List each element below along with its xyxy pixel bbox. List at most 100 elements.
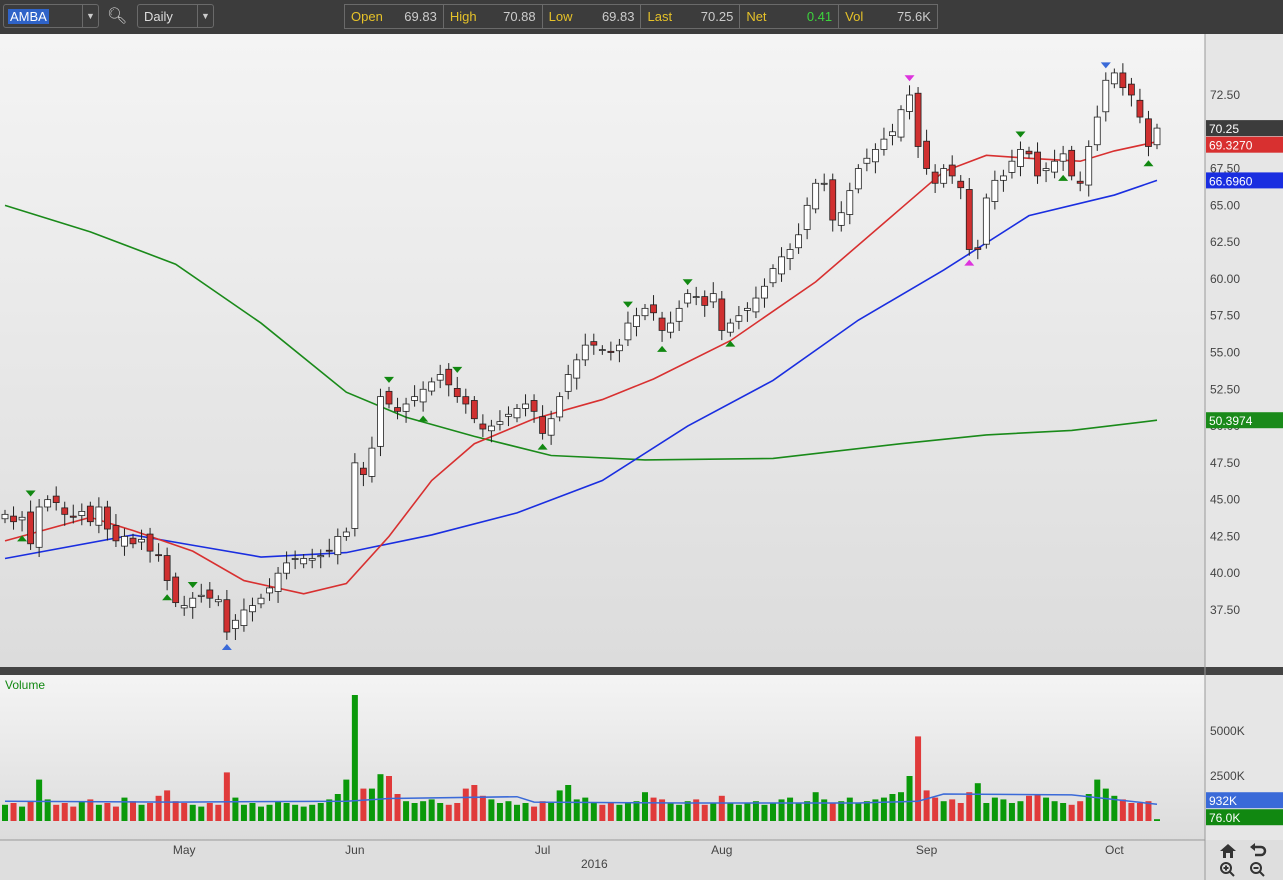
- candle-body: [530, 400, 538, 412]
- ma20-value-label: 69.3270: [1206, 136, 1283, 153]
- quote-label: Last: [647, 9, 673, 24]
- chevron-down-icon[interactable]: ▼: [197, 5, 213, 27]
- candle-body: [10, 515, 17, 523]
- quote-label: Vol: [845, 9, 864, 24]
- volume-bar: [19, 806, 26, 821]
- volume-bar: [258, 806, 264, 821]
- volume-bar: [923, 790, 930, 821]
- volume-bar: [1043, 797, 1050, 821]
- candle-body: [325, 549, 333, 552]
- volume-bar: [496, 803, 503, 821]
- volume-bar: [266, 804, 273, 821]
- volume-bar: [616, 804, 623, 821]
- candle-body: [761, 285, 768, 299]
- candle-body: [1093, 116, 1101, 146]
- volume-bar: [343, 779, 350, 821]
- candle-body: [854, 168, 862, 190]
- quote-label: Open: [351, 9, 383, 24]
- candle-body: [658, 317, 666, 331]
- period-select[interactable]: Daily ▼: [137, 4, 214, 28]
- label-text: 66.6960: [1209, 174, 1253, 188]
- candle-body: [598, 349, 606, 351]
- volume-tick-label: 5000K: [1210, 724, 1245, 738]
- candle-body: [197, 594, 205, 597]
- candle-body: [1017, 149, 1024, 167]
- volume-bar: [377, 774, 384, 821]
- candle-body: [334, 536, 342, 556]
- label-text: 50.3974: [1209, 414, 1253, 428]
- price-chart[interactable]: Volume 37.5040.0042.5045.0047.5050.0052.…: [0, 34, 1283, 880]
- volume-bar: [915, 736, 922, 821]
- candle-body: [146, 533, 154, 552]
- candle-body: [1076, 180, 1084, 184]
- candle-body: [650, 304, 657, 314]
- volume-bar: [1060, 803, 1067, 821]
- candle-body: [214, 599, 222, 603]
- quote-open: Open 69.83: [345, 5, 444, 28]
- volume-bar: [957, 803, 964, 821]
- volume-bar: [1154, 819, 1160, 821]
- candle: [965, 177, 973, 256]
- volume-bar: [607, 803, 614, 821]
- candle-body: [419, 388, 427, 403]
- volume-bar: [829, 803, 836, 821]
- candle-body: [812, 182, 820, 210]
- volume-bar: [804, 801, 811, 821]
- candle-body: [453, 387, 461, 398]
- volume-bar: [582, 797, 589, 821]
- volume-bar: [275, 801, 282, 821]
- search-icon[interactable]: 🔍︎: [107, 6, 127, 26]
- candle-body: [1136, 99, 1144, 118]
- volume-bar: [1017, 801, 1024, 821]
- volume-bar: [676, 804, 683, 821]
- chevron-down-icon[interactable]: ▼: [82, 5, 98, 27]
- candle-body: [1042, 168, 1050, 172]
- volume-bar: [548, 803, 555, 821]
- volume-bar: [795, 803, 802, 821]
- candle-body: [795, 234, 802, 249]
- candle-body: [1051, 160, 1058, 173]
- price-tick-label: 42.50: [1210, 529, 1240, 543]
- candle-body: [121, 536, 128, 547]
- quote-label: Low: [548, 9, 573, 24]
- volume-bar: [360, 788, 367, 821]
- volume-bar: [838, 801, 845, 821]
- label-text: 76.0K: [1209, 811, 1240, 825]
- candle-body: [914, 92, 922, 147]
- volume-bar: [1068, 804, 1075, 821]
- candle: [1068, 145, 1076, 181]
- candle-body: [52, 495, 60, 503]
- candle-body: [684, 293, 692, 304]
- volume-label: Volume: [5, 678, 45, 692]
- volume-bar: [138, 804, 145, 821]
- label-text: 932K: [1209, 794, 1237, 808]
- volume-bar: [735, 804, 742, 821]
- volume-bar: [1077, 801, 1084, 821]
- volume-bar: [846, 797, 853, 821]
- candle-body: [564, 374, 572, 392]
- volume-bar: [599, 804, 606, 821]
- volume-bar: [710, 803, 717, 821]
- candle-body: [402, 403, 410, 412]
- symbol-value: AMBA: [8, 9, 49, 24]
- volume-bar: [198, 806, 205, 821]
- candle-body: [206, 589, 214, 599]
- volume-bar: [445, 804, 452, 821]
- volume-bar: [531, 806, 538, 821]
- candle-body: [1, 513, 9, 520]
- volume-bar: [633, 801, 640, 821]
- candle-body: [470, 400, 478, 420]
- volume-bar: [727, 803, 734, 821]
- pane-divider[interactable]: [0, 667, 1283, 675]
- volume-bar: [147, 803, 154, 821]
- quote-last: Last 70.25: [641, 5, 741, 28]
- volume-bar: [309, 804, 316, 821]
- candle-body: [974, 247, 982, 250]
- symbol-input[interactable]: AMBA ▼: [3, 4, 99, 28]
- candle-body: [300, 558, 308, 565]
- candle-body: [547, 418, 555, 436]
- candle-body: [317, 555, 325, 558]
- volume-bar: [863, 801, 870, 821]
- volume-bar: [164, 790, 171, 821]
- candle-body: [513, 408, 521, 419]
